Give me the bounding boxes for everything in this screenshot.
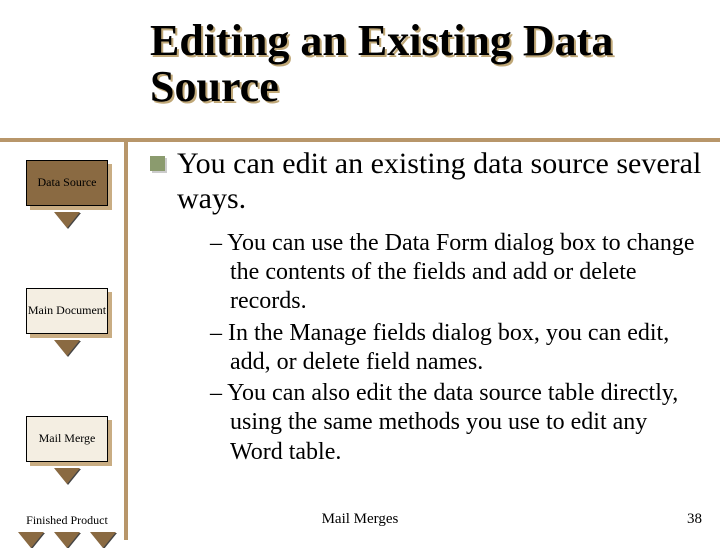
sub-list: – You can use the Data Form dialog box t… [150,229,702,467]
sidebar-box: Main Document [26,288,108,334]
bullet-item: You can edit an existing data source sev… [150,146,702,217]
down-arrow-icon [54,468,80,484]
page-number: 38 [687,511,702,528]
down-arrow-icon [54,212,80,228]
sub-item: – You can also edit the data source tabl… [210,379,702,467]
sidebar-item-data-source: Data Source [18,160,116,228]
vertical-rule [124,138,128,540]
page-title: Editing an Existing Data Source [150,18,690,110]
slide: Editing an Existing Data Source Data Sou… [0,0,720,540]
sub-item: – In the Manage fields dialog box, you c… [210,319,702,378]
content-area: You can edit an existing data source sev… [150,146,702,469]
sidebar-box: Mail Merge [26,416,108,462]
footer-center: Mail Merges [0,511,720,528]
square-bullet-icon [150,156,165,171]
sidebar-item-main-document: Main Document [18,288,116,356]
sidebar-item-mail-merge: Mail Merge [18,416,116,484]
sidebar-item-label: Data Source [38,176,97,190]
sidebar-item-label: Mail Merge [39,432,96,446]
horizontal-rule [0,138,720,142]
down-arrow-icon [54,340,80,356]
sidebar-box: Data Source [26,160,108,206]
sub-item: – You can use the Data Form dialog box t… [210,229,702,317]
sidebar-item-label: Main Document [28,304,106,318]
bullet-text: You can edit an existing data source sev… [177,146,702,217]
sidebar: Data Source Main Document Mail Merge Fin… [18,160,116,548]
